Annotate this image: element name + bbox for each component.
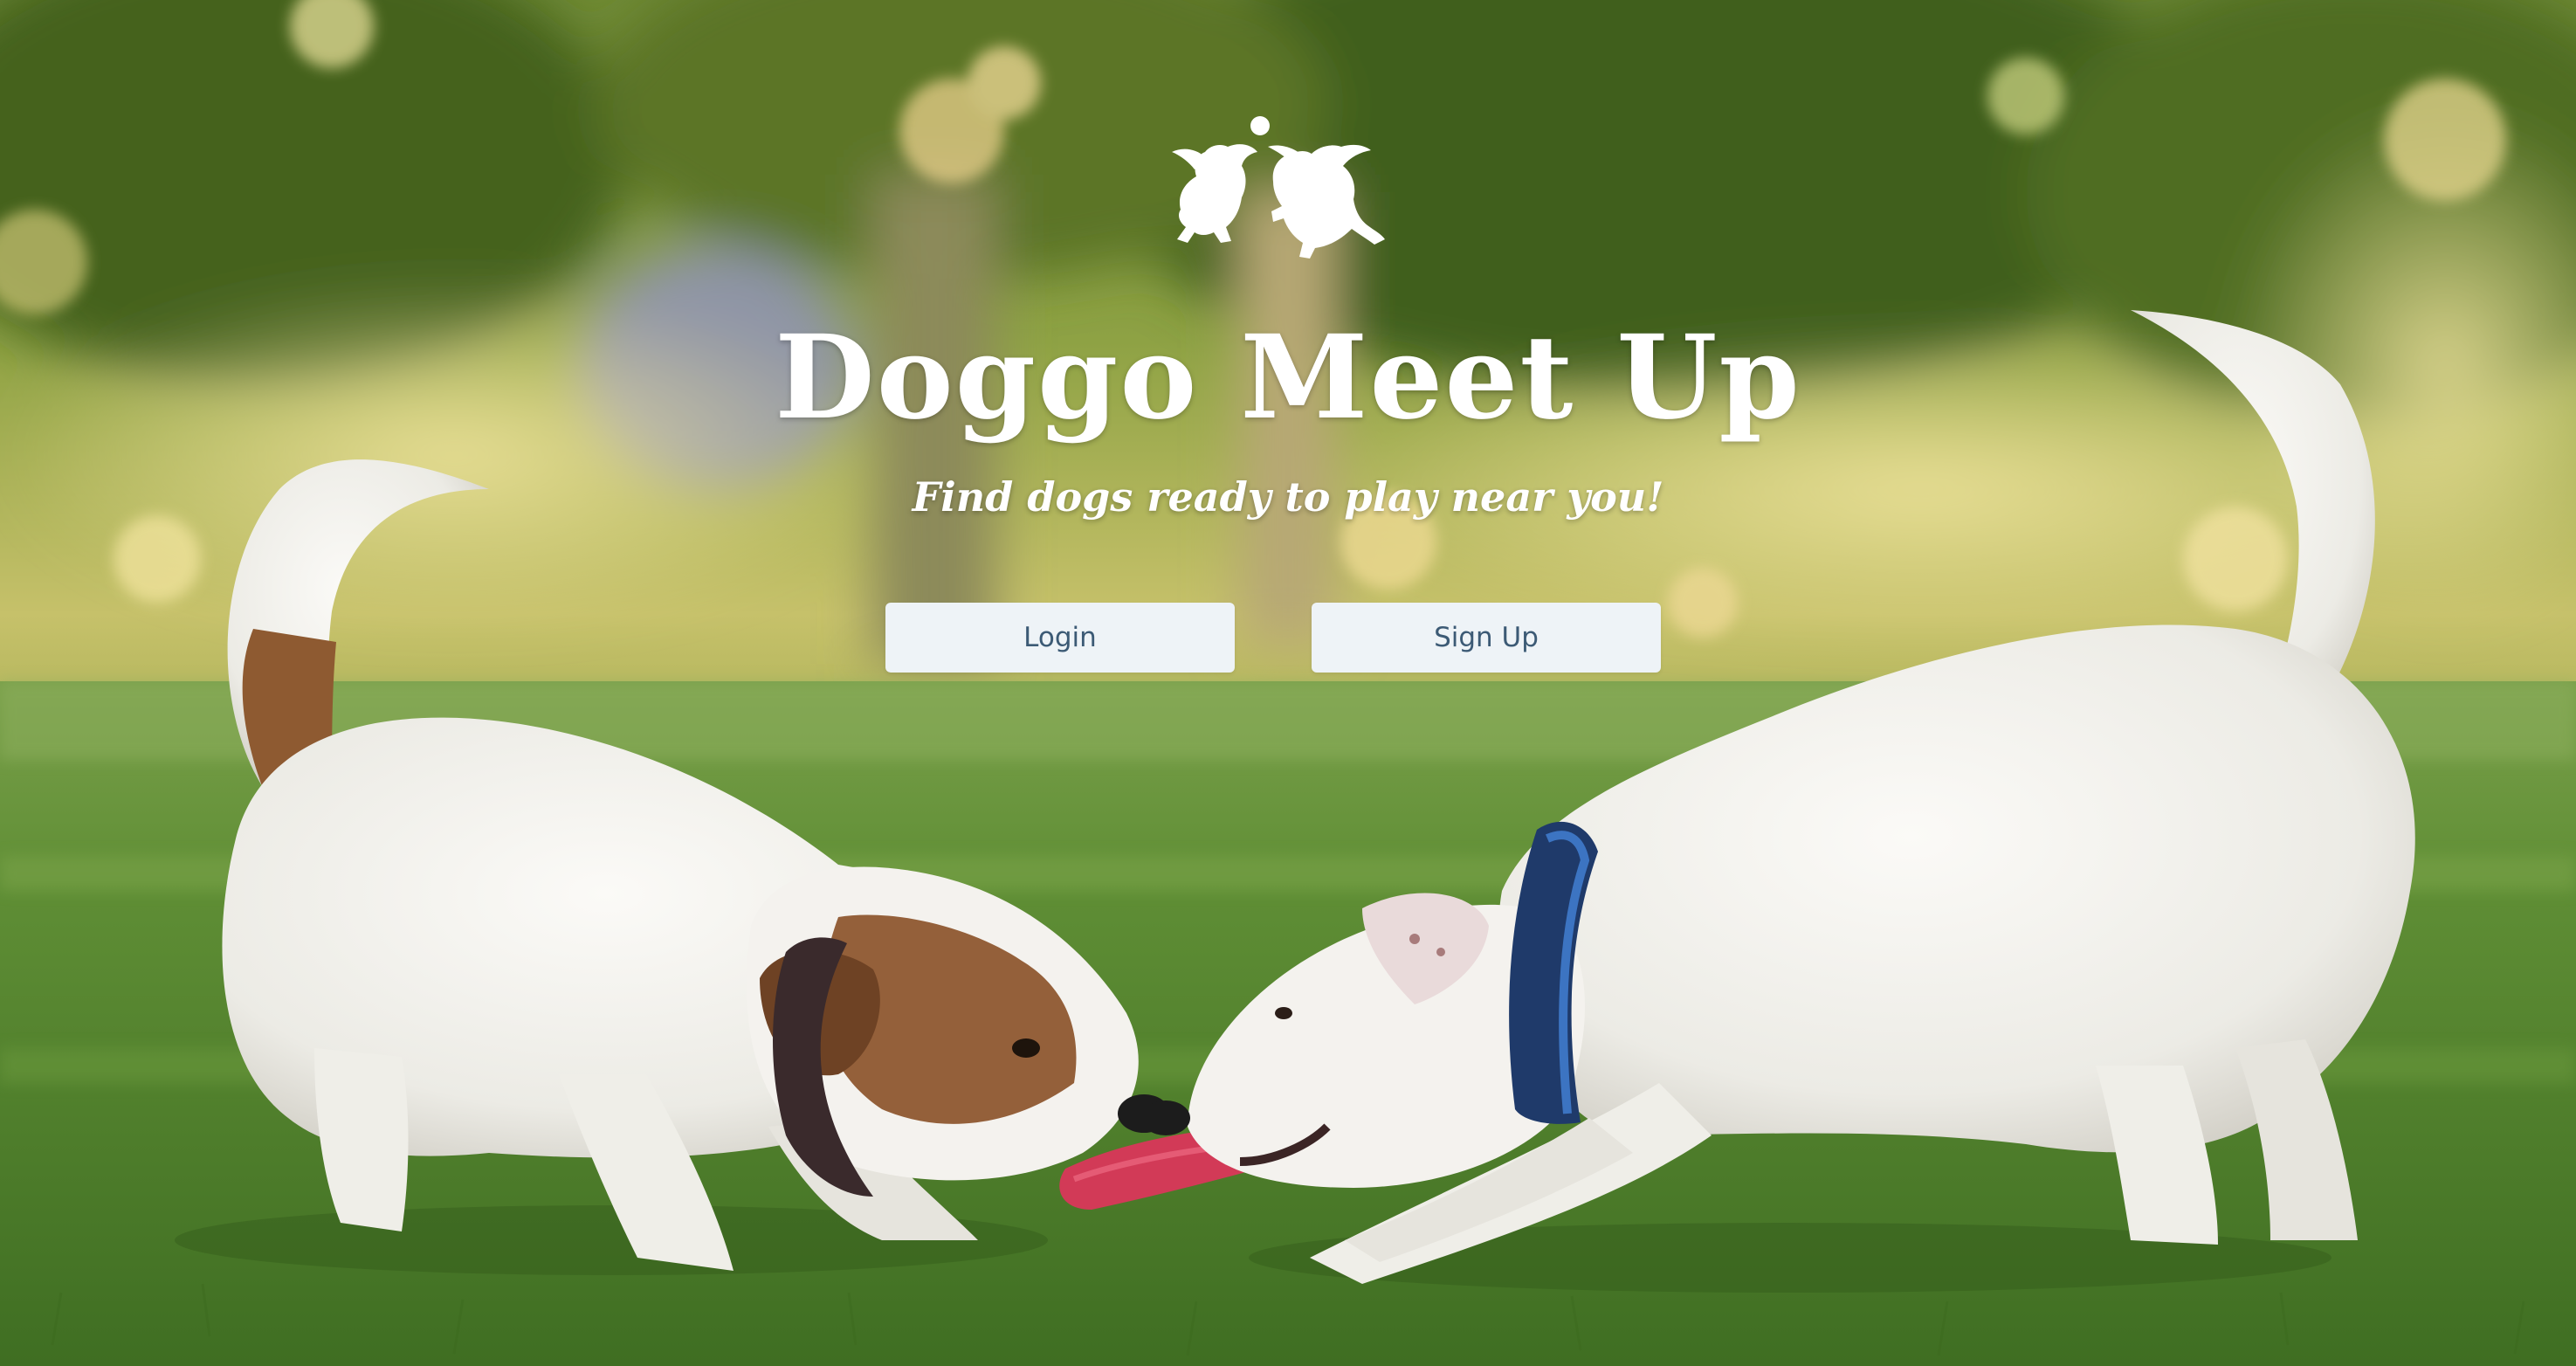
hero-section: Doggo Meet Up Find dogs ready to play ne…: [0, 0, 2576, 1366]
landing-page: Doggo Meet Up Find dogs ready to play ne…: [0, 0, 2576, 1366]
sign-up-button[interactable]: Sign Up: [1312, 603, 1661, 673]
login-button[interactable]: Login: [885, 603, 1235, 673]
app-title: Doggo Meet Up: [775, 310, 1801, 445]
two-dogs-playing-ball-icon: [1172, 116, 1385, 259]
tagline: Find dogs ready to play near you!: [912, 473, 1664, 521]
